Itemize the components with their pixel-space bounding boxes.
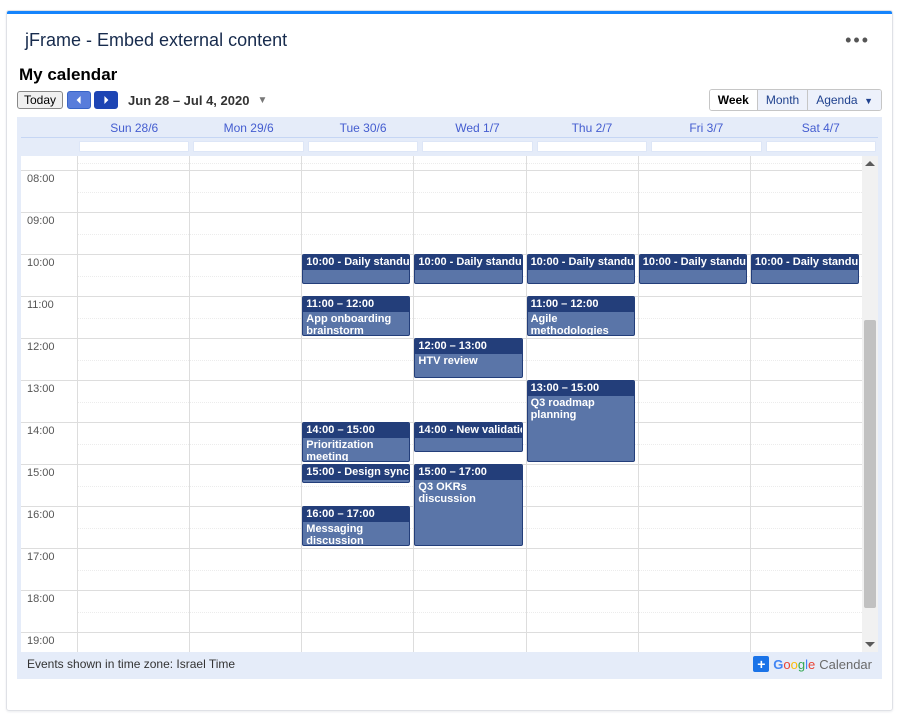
- event-time-header: 10:00 - Daily standup: [752, 255, 858, 270]
- event-time-header: 10:00 - Daily standup: [528, 255, 634, 270]
- calendar-event[interactable]: 16:00 – 17:00Messaging discussion: [302, 506, 410, 546]
- calendar-event[interactable]: 10:00 - Daily standup: [639, 254, 747, 284]
- google-calendar-badge[interactable]: + Google Calendar: [753, 656, 872, 672]
- card-more-button[interactable]: •••: [841, 26, 874, 55]
- chevron-left-icon: [75, 96, 83, 104]
- scrollbar-track[interactable]: [862, 172, 878, 636]
- allday-slot[interactable]: [308, 141, 418, 152]
- day-header[interactable]: Thu 2/7: [535, 117, 649, 137]
- chevron-down-icon: ▼: [858, 96, 873, 106]
- event-time-header: 10:00 - Daily standup: [415, 255, 521, 270]
- scrollbar-thumb[interactable]: [864, 320, 876, 608]
- tab-week[interactable]: Week: [710, 90, 757, 110]
- scroll-up-button[interactable]: [862, 156, 878, 172]
- day-header-row: Sun 28/6 Mon 29/6 Tue 30/6 Wed 1/7 Thu 2…: [21, 117, 878, 138]
- calendar-event[interactable]: 14:00 – 15:00Prioritization meeting: [302, 422, 410, 462]
- calendar-event[interactable]: 10:00 - Daily standup: [527, 254, 635, 284]
- event-title: App onboarding brainstorm: [303, 312, 409, 336]
- date-range-label: Jun 28 – Jul 4, 2020: [128, 93, 249, 108]
- calendar-event[interactable]: 15:00 - Design sync: [302, 464, 410, 483]
- event-time-header: 10:00 - Daily standup: [303, 255, 409, 270]
- event-time-header: 12:00 – 13:00: [415, 339, 521, 354]
- calendar-event[interactable]: 15:00 – 17:00Q3 OKRs discussion: [414, 464, 522, 546]
- card-title: jFrame - Embed external content: [25, 30, 287, 51]
- event-title: Messaging discussion: [303, 522, 409, 546]
- event-title: Prioritization meeting: [303, 438, 409, 462]
- vertical-scrollbar[interactable]: [862, 156, 878, 652]
- event-time-header: 11:00 – 12:00: [303, 297, 409, 312]
- allday-slot[interactable]: [651, 141, 761, 152]
- allday-row: [21, 138, 878, 156]
- scroll-down-button[interactable]: [862, 636, 878, 652]
- calendar-grid-wrap: 08:0009:0010:0011:0012:0013:0014:0015:00…: [21, 156, 878, 652]
- day-header[interactable]: Wed 1/7: [420, 117, 534, 137]
- google-logo-text: Google: [773, 657, 815, 672]
- plus-icon: +: [753, 656, 769, 672]
- chevron-down-icon: ▼: [257, 95, 267, 106]
- tab-agenda[interactable]: Agenda ▼: [807, 90, 881, 110]
- calendar-event[interactable]: 10:00 - Daily standup: [751, 254, 859, 284]
- chevron-down-icon: [865, 639, 875, 649]
- calendar-event[interactable]: 10:00 - Daily standup: [302, 254, 410, 284]
- event-time-header: 10:00 - Daily standup: [640, 255, 746, 270]
- date-range-picker[interactable]: Jun 28 – Jul 4, 2020 ▼: [128, 93, 267, 108]
- day-header[interactable]: Fri 3/7: [649, 117, 763, 137]
- calendar-title: My calendar: [17, 65, 882, 87]
- allday-slot[interactable]: [193, 141, 303, 152]
- calendar-footer: Events shown in time zone: Israel Time +…: [21, 652, 878, 675]
- chevron-up-icon: [865, 159, 875, 169]
- event-title: Agile methodologies: [528, 312, 634, 336]
- event-time-header: 14:00 – 15:00: [303, 423, 409, 438]
- brand-suffix: Calendar: [819, 657, 872, 672]
- calendar-event[interactable]: 11:00 – 12:00Agile methodologies: [527, 296, 635, 336]
- allday-slot[interactable]: [537, 141, 647, 152]
- allday-slot[interactable]: [766, 141, 876, 152]
- tab-month[interactable]: Month: [757, 90, 807, 110]
- day-header[interactable]: Tue 30/6: [306, 117, 420, 137]
- event-title: HTV review: [415, 354, 521, 370]
- calendar-event[interactable]: 13:00 – 15:00Q3 roadmap planning: [527, 380, 635, 462]
- card-header: jFrame - Embed external content •••: [7, 14, 892, 61]
- allday-slot[interactable]: [422, 141, 532, 152]
- event-time-header: 13:00 – 15:00: [528, 381, 634, 396]
- calendar-event[interactable]: 10:00 - Daily standup: [414, 254, 522, 284]
- event-title: Q3 OKRs discussion: [415, 480, 521, 508]
- day-header[interactable]: Sun 28/6: [77, 117, 191, 137]
- today-button[interactable]: Today: [17, 91, 63, 109]
- event-time-header: 15:00 – 17:00: [415, 465, 521, 480]
- event-time-header: 15:00 - Design sync: [303, 465, 409, 480]
- event-time-header: 11:00 – 12:00: [528, 297, 634, 312]
- jframe-card: jFrame - Embed external content ••• My c…: [6, 10, 893, 711]
- calendar-event[interactable]: 12:00 – 13:00HTV review: [414, 338, 522, 378]
- calendar-toolbar: Today Jun 28 – Jul 4, 2020 ▼: [17, 87, 882, 115]
- calendar-event[interactable]: 11:00 – 12:00App onboarding brainstorm: [302, 296, 410, 336]
- calendar-grid[interactable]: 08:0009:0010:0011:0012:0013:0014:0015:00…: [21, 156, 862, 652]
- chevron-right-icon: [102, 96, 110, 104]
- prev-button[interactable]: [67, 91, 91, 109]
- event-time-header: 16:00 – 17:00: [303, 507, 409, 522]
- timezone-note: Events shown in time zone: Israel Time: [27, 657, 235, 671]
- day-header[interactable]: Mon 29/6: [191, 117, 305, 137]
- calendar-shell: Sun 28/6 Mon 29/6 Tue 30/6 Wed 1/7 Thu 2…: [17, 117, 882, 679]
- calendar-event[interactable]: 14:00 - New validation: [414, 422, 522, 452]
- next-button[interactable]: [94, 91, 118, 109]
- event-title: Q3 roadmap planning: [528, 396, 634, 424]
- view-tabs: Week Month Agenda ▼: [709, 89, 882, 111]
- allday-slot[interactable]: [79, 141, 189, 152]
- event-time-header: 14:00 - New validation: [415, 423, 521, 438]
- day-header[interactable]: Sat 4/7: [764, 117, 878, 137]
